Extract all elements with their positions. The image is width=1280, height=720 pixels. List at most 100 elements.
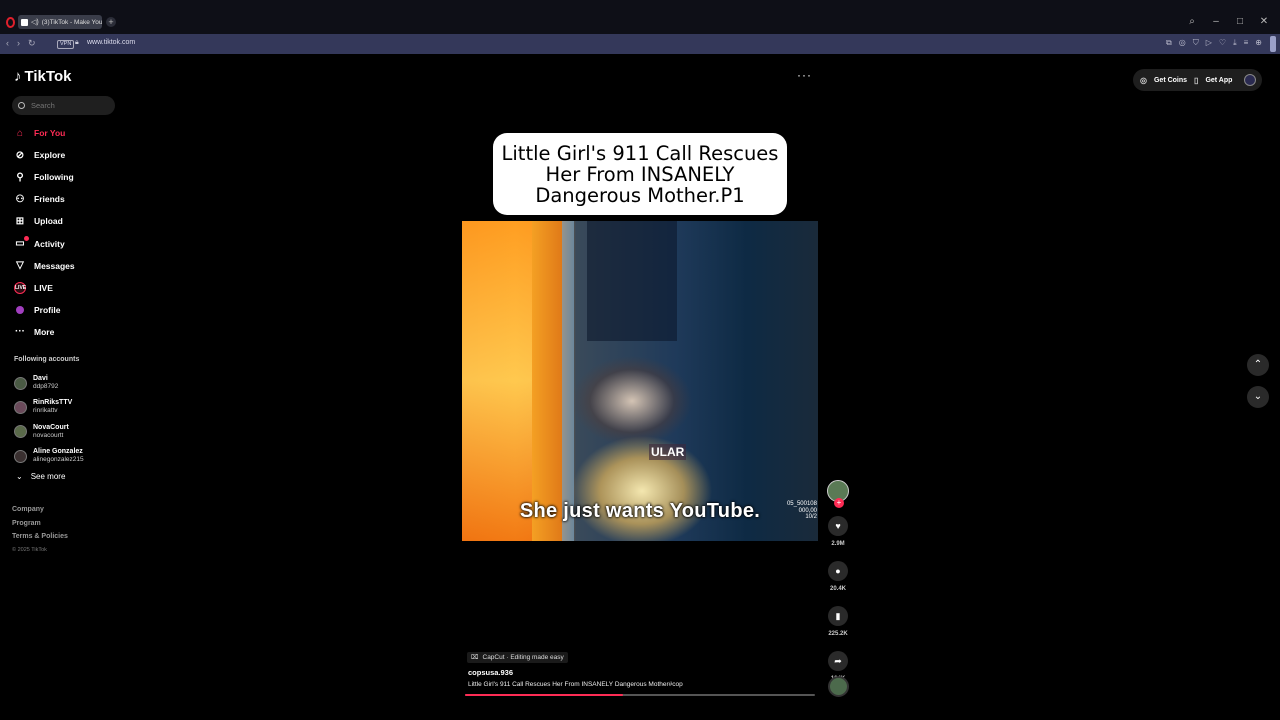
progress-fill <box>465 694 623 696</box>
sidebar-item-label: Following <box>34 172 74 183</box>
back-icon[interactable]: ‹ <box>6 38 9 49</box>
download-icon[interactable]: ⤓ <box>1233 38 1237 48</box>
more-options-icon[interactable]: ··· <box>797 68 812 82</box>
sidebar-item-more[interactable]: ··· More <box>14 321 75 343</box>
account-item[interactable]: Davi ddp8792 <box>14 371 84 395</box>
video-author[interactable]: copsusa.936 <box>468 668 513 677</box>
shield-icon[interactable]: ⛉ <box>1193 38 1199 48</box>
comment-icon[interactable]: ● <box>828 561 848 581</box>
sidebar-item-label: Friends <box>34 194 65 205</box>
url-field[interactable]: www.tiktok.com <box>87 39 135 46</box>
avatar <box>14 376 27 390</box>
get-app-button[interactable]: Get App <box>1205 77 1232 84</box>
see-more-label: See more <box>30 472 66 481</box>
phone-icon: ▯ <box>1194 75 1199 85</box>
search-icon <box>18 102 25 109</box>
sidebar-item-activity[interactable]: ▭ Activity <box>14 232 75 254</box>
previous-video-button[interactable]: ⌃ <box>1247 354 1269 376</box>
reload-icon[interactable]: ↻ <box>28 38 36 49</box>
tiktok-logo[interactable]: ♪ TikTok <box>14 68 71 85</box>
save-action: ▮ 225.2K <box>826 606 850 637</box>
like-count: 2.9M <box>831 541 845 547</box>
home-icon: ⌂ <box>16 127 24 139</box>
stamp-line: 05_500108 <box>786 501 817 507</box>
account-item[interactable]: Aline Gonzalez alinegonzalez215 <box>14 444 84 468</box>
video-player[interactable]: ULAR She just wants YouTube. 05_500108 0… <box>462 221 818 541</box>
new-tab-button[interactable]: + <box>106 17 116 27</box>
chevron-down-icon: ⌄ <box>16 472 23 481</box>
capcut-badge[interactable]: ⌧ CapCut · Editing made easy <box>467 652 568 663</box>
sidebar-item-live[interactable]: LIVE LIVE <box>14 277 75 299</box>
capcut-icon: ⌧ <box>471 654 479 661</box>
search-box[interactable] <box>12 96 115 115</box>
audio-icon[interactable]: ◁) <box>31 18 39 26</box>
heart-icon[interactable]: ♡ <box>1219 38 1226 48</box>
bookmark-icon[interactable]: ▮ <box>828 606 848 626</box>
account-name: RinRiksTTV <box>33 399 73 407</box>
account-item[interactable]: RinRiksTTV rinrikattv <box>14 395 84 419</box>
video-actions: + ♥ 2.9M ● 20.4K ▮ 225.2K ➦ 104K <box>826 480 850 682</box>
browser-tab[interactable]: ◁) (3)TikTok - Make Your <box>18 15 102 29</box>
sidebar-item-label: Profile <box>34 304 61 315</box>
sidebar-item-for-you[interactable]: ⌂ For You <box>14 122 75 144</box>
scrollbar[interactable] <box>1270 36 1276 52</box>
profile-icon <box>16 305 24 314</box>
notification-badge <box>24 236 29 242</box>
sidebar-item-following[interactable]: ⚲ Following <box>14 166 75 188</box>
like-action: ♥ 2.9M <box>826 516 850 547</box>
following-accounts-heading: Following accounts <box>14 356 80 363</box>
messages-icon: ▽ <box>16 260 24 272</box>
music-disc-icon[interactable] <box>828 676 849 697</box>
share-icon[interactable]: ➦ <box>828 651 848 671</box>
sidebar-item-label: LIVE <box>34 282 53 293</box>
sidebar-item-friends[interactable]: ⚇ Friends <box>14 188 75 210</box>
browser-tab-bar: ◁) (3)TikTok - Make Your + ⌕ – □ ✕ <box>0 0 1280 34</box>
footer-link-terms[interactable]: Terms & Policies <box>12 530 68 544</box>
close-button[interactable]: ✕ <box>1258 16 1270 27</box>
play-icon[interactable]: ▷ <box>1206 38 1212 48</box>
search-tabs-icon[interactable]: ⌕ <box>1186 16 1198 27</box>
sidebar-item-label: For You <box>34 128 66 139</box>
maximize-button[interactable]: □ <box>1234 16 1246 27</box>
sidebar-item-label: Messages <box>34 260 75 271</box>
user-avatar[interactable] <box>1244 74 1256 86</box>
sidebar-item-upload[interactable]: ⊞ Upload <box>14 210 75 232</box>
see-more-button[interactable]: ⌄ See more <box>16 472 65 481</box>
compass-icon: ⊘ <box>15 149 25 161</box>
account-item[interactable]: NovaCourt novacourtt <box>14 420 84 444</box>
following-icon: ⚲ <box>16 171 24 183</box>
video-title-card: Little Girl's 911 Call Rescues Her From … <box>493 133 787 215</box>
search-input[interactable] <box>31 101 111 110</box>
vpn-badge[interactable]: VPN <box>57 40 75 49</box>
video-progress-bar[interactable] <box>465 694 815 696</box>
menu-icon[interactable]: ≡ <box>1244 38 1249 48</box>
more-icon: ··· <box>15 326 25 338</box>
footer-link-program[interactable]: Program <box>12 517 68 531</box>
account-handle: alinegonzalez215 <box>33 456 84 464</box>
video-tag-text: ULAR <box>649 444 687 460</box>
creator-avatar[interactable]: + <box>827 480 849 508</box>
live-icon: LIVE <box>14 281 26 294</box>
forward-icon[interactable]: › <box>17 38 20 49</box>
sidebar-nav: ⌂ For You ⊘ Explore ⚲ Following ⚇ Friend… <box>14 122 75 343</box>
account-handle: novacourtt <box>33 431 64 439</box>
next-video-button[interactable]: ⌄ <box>1247 386 1269 408</box>
profile-lock-icon[interactable]: ⊕ <box>1255 38 1262 48</box>
video-timestamp-overlay: 05_500108 000,00 10/2 <box>787 501 817 521</box>
sidebar-item-messages[interactable]: ▽ Messages <box>14 255 75 277</box>
browser-logo-icon[interactable] <box>6 17 15 28</box>
following-accounts-list: Davi ddp8792 RinRiksTTV rinrikattv NovaC… <box>14 371 84 468</box>
capcut-label: CapCut · Editing made easy <box>482 654 564 661</box>
footer-link-company[interactable]: Company <box>12 503 68 517</box>
tab-title: (3)TikTok - Make Your <box>41 18 102 26</box>
camera-icon[interactable]: ◎ <box>1179 38 1186 48</box>
get-coins-button[interactable]: Get Coins <box>1154 77 1187 84</box>
pin-icon[interactable]: ⧉ <box>1166 38 1172 48</box>
sidebar-item-explore[interactable]: ⊘ Explore <box>14 144 75 166</box>
minimize-button[interactable]: – <box>1210 16 1222 27</box>
comment-action: ● 20.4K <box>826 561 850 592</box>
follow-plus-icon[interactable]: + <box>834 498 844 508</box>
heart-icon[interactable]: ♥ <box>828 516 848 536</box>
sidebar-item-profile[interactable]: Profile <box>14 299 75 321</box>
lock-icon[interactable]: 🔒︎ <box>75 39 79 47</box>
